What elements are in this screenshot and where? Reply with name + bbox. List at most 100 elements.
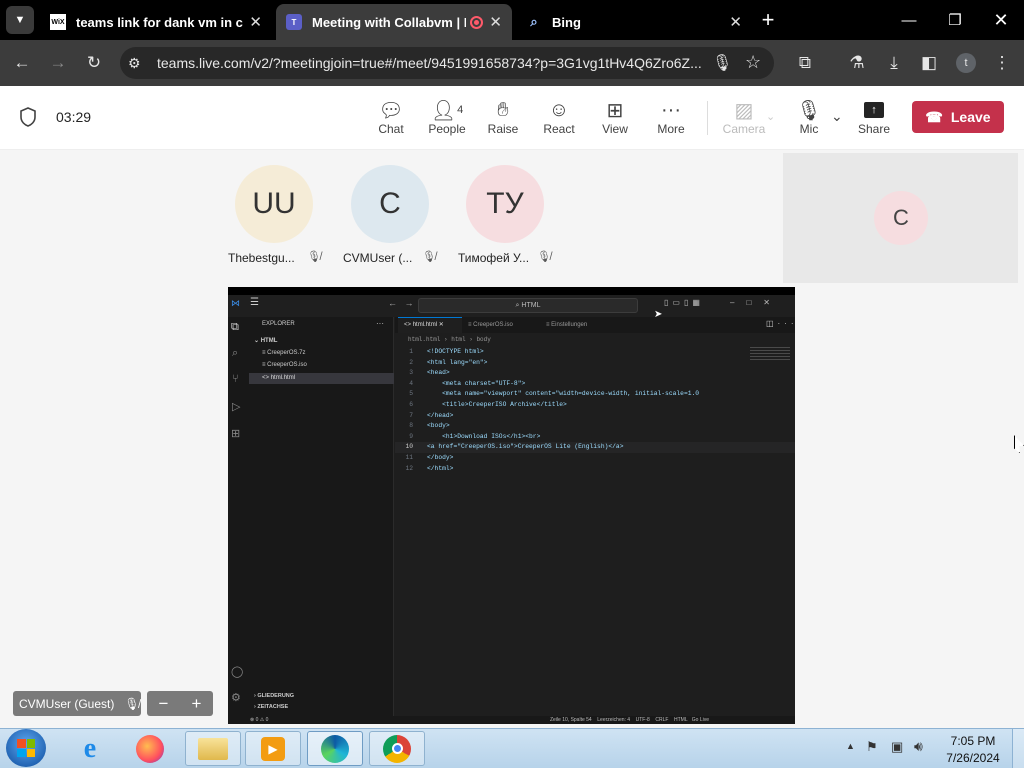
download-icon[interactable]: ⤓ <box>879 48 909 78</box>
window-controls-icon[interactable]: –□✕ <box>730 298 782 307</box>
source-control-icon[interactable]: ⑂ <box>232 373 239 385</box>
action-center-flag-icon[interactable]: ⚑ <box>866 739 878 755</box>
leave-button[interactable]: ☎ Leave <box>912 101 1004 133</box>
view-button[interactable]: ⊞ View <box>587 98 643 137</box>
forward-icon[interactable]: → <box>43 48 73 78</box>
show-hidden-icons[interactable]: ▲ <box>846 741 855 751</box>
file-explorer-icon[interactable] <box>185 731 241 766</box>
timeline-section[interactable]: › ZEITACHSE <box>254 704 288 710</box>
zoom-out-button[interactable]: − <box>159 694 169 714</box>
extensions-icon[interactable]: ⊞ <box>231 427 240 440</box>
participant-avatar[interactable]: C <box>351 165 429 243</box>
media-player-icon[interactable]: ▶ <box>245 731 301 766</box>
clock-time[interactable]: 7:05 PM <box>940 734 1006 748</box>
code-line[interactable]: 1 <!DOCTYPE html> <box>395 347 795 358</box>
self-video-tile[interactable]: C <box>783 153 1018 283</box>
share-button[interactable]: ↑ Share <box>846 98 902 136</box>
participant-avatar[interactable]: ТУ <box>466 165 544 243</box>
code-line[interactable]: 6 <title>CreeperISO Archive</title> <box>395 400 795 411</box>
shared-screen[interactable]: ⋈ ☰ ← → ⌕ HTML ▯▭▯▦ –□✕ ⧉ ⌕ ⑂ ▷ ⊞ ◯ ⚙ EX… <box>228 287 795 724</box>
participant-avatar[interactable]: UU <box>235 165 313 243</box>
close-window-icon[interactable]: ✕ <box>986 6 1016 34</box>
clock-date[interactable]: 7/26/2024 <box>940 751 1006 765</box>
close-tab-icon[interactable]: ✕ <box>729 13 742 31</box>
menu-icon[interactable]: ☰ <box>250 297 259 308</box>
url-text[interactable]: teams.live.com/v2/?meetingjoin=true#/mee… <box>157 55 702 71</box>
settings-gear-icon[interactable]: ⚙ <box>231 691 241 704</box>
folder-html[interactable]: ⌄ HTML <box>254 337 277 344</box>
code-line[interactable]: 9 <h1>Download ISOs</h1><br> <box>395 432 795 443</box>
start-button[interactable] <box>6 729 46 767</box>
camera-button[interactable]: ▨ Camera <box>716 98 772 137</box>
edge-icon[interactable] <box>307 731 363 766</box>
chrome-icon[interactable] <box>369 731 425 766</box>
camera-options-chevron-icon[interactable]: ⌄ <box>766 110 775 123</box>
explorer-more-icon[interactable]: ··· <box>376 319 384 328</box>
mic-options-chevron-icon[interactable]: ⌄ <box>831 108 843 125</box>
code-line[interactable]: 2 <html lang="en"> <box>395 358 795 369</box>
code-line[interactable]: 11 </body> <box>395 453 795 464</box>
internet-explorer-icon[interactable]: e <box>62 731 118 766</box>
outline-section[interactable]: › GLIEDERUNG <box>254 693 294 699</box>
file-item[interactable]: ≡ CreeperOS.7z <box>262 350 306 356</box>
editor-tab[interactable]: ≡ CreeperOS.iso <box>468 317 513 333</box>
more-label: More <box>657 122 685 136</box>
vscode-titlebar <box>228 287 795 295</box>
labs-icon[interactable]: ⚗ <box>842 48 872 78</box>
new-tab-button[interactable]: + <box>756 6 780 34</box>
restore-icon[interactable]: ❐ <box>940 6 970 34</box>
nav-arrows-icon[interactable]: ← → <box>388 298 414 308</box>
volume-icon[interactable]: 🔊︎ <box>914 738 923 755</box>
code-line[interactable]: 5 <meta name="viewport" content="width=d… <box>395 389 795 400</box>
code-line[interactable]: 7 </head> <box>395 411 795 422</box>
extensions-icon[interactable]: ⧉ <box>790 48 820 78</box>
site-info-icon[interactable]: ⚙ <box>128 55 141 72</box>
browser-tab-bing[interactable]: ⌕ Bing ✕ <box>516 4 752 40</box>
network-icon[interactable]: ▣ <box>891 739 903 755</box>
shield-icon[interactable] <box>19 107 37 127</box>
menu-icon[interactable]: ⋮ <box>987 48 1017 78</box>
zoom-in-button[interactable]: + <box>192 694 202 714</box>
status-left[interactable]: ⊗ 0 ⚠ 0 <box>250 716 268 724</box>
side-panel-icon[interactable]: ◧ <box>914 48 944 78</box>
mic-button[interactable]: 🎙︎ Mic <box>781 98 837 137</box>
people-button[interactable]: 👤︎ 4 People <box>419 98 475 137</box>
file-item-selected[interactable]: <> html.html <box>249 373 394 384</box>
run-debug-icon[interactable]: ▷ <box>232 400 240 413</box>
microphone-icon[interactable]: 🎙 <box>712 53 732 73</box>
code-line[interactable]: 10 <a href="CreeperOS.iso">CreeperOS Lite… <box>395 442 795 453</box>
browser-tab-wix[interactable]: WiX teams link for dank vm in com ✕ <box>40 4 272 40</box>
code-line[interactable]: 8 <body> <box>395 421 795 432</box>
status-right[interactable]: Zeile 10, Spalte 54 Leerzeichen: 4 UTF-8… <box>550 716 709 724</box>
bookmark-star-icon[interactable]: ☆ <box>745 52 761 73</box>
firefox-icon[interactable] <box>122 731 178 766</box>
react-button[interactable]: ☺ React <box>531 98 587 137</box>
file-item[interactable]: ≡ CreeperOS.iso <box>262 362 307 368</box>
explorer-icon[interactable]: ⧉ <box>231 321 239 334</box>
raise-hand-button[interactable]: ✋︎ Raise <box>475 98 531 137</box>
editor-tab[interactable]: ≡ Einstellungen <box>546 317 587 333</box>
code-line[interactable]: 12 </html> <box>395 464 795 475</box>
minimize-icon[interactable]: — <box>894 6 924 34</box>
close-tab-icon[interactable]: ✕ <box>249 13 262 31</box>
split-editor-icon[interactable]: ◫··· <box>766 319 795 328</box>
reload-icon[interactable]: ↻ <box>79 48 109 78</box>
search-icon[interactable]: ⌕ <box>232 347 238 360</box>
chat-button[interactable]: 💬︎ Chat <box>363 98 419 137</box>
command-search-box[interactable]: ⌕ HTML <box>418 298 638 313</box>
profile-avatar[interactable]: t <box>951 48 981 78</box>
more-button[interactable]: ··· More <box>643 98 699 137</box>
account-icon[interactable]: ◯ <box>231 665 243 678</box>
code-line[interactable]: 3 <head> <box>395 368 795 379</box>
breadcrumb[interactable]: html.html › html › body <box>408 336 491 343</box>
tab-search-button[interactable]: ▼ <box>6 6 34 34</box>
close-tab-icon[interactable]: ✕ <box>489 13 502 31</box>
browser-tab-teams[interactable]: T Meeting with Collabvm | M ✕ <box>276 4 512 40</box>
back-icon[interactable]: ← <box>7 48 37 78</box>
layout-icons[interactable]: ▯▭▯▦ <box>664 298 704 307</box>
code-editor[interactable]: 1 <!DOCTYPE html> 2 <html lang="en"> 3 <head>… <box>395 347 795 687</box>
show-desktop-button[interactable] <box>1012 729 1024 768</box>
status-item: HTML <box>674 717 688 723</box>
code-line[interactable]: 4 <meta charset="UTF-8"> <box>395 379 795 390</box>
editor-tab-active[interactable]: <> html.html ✕ <box>398 317 462 333</box>
